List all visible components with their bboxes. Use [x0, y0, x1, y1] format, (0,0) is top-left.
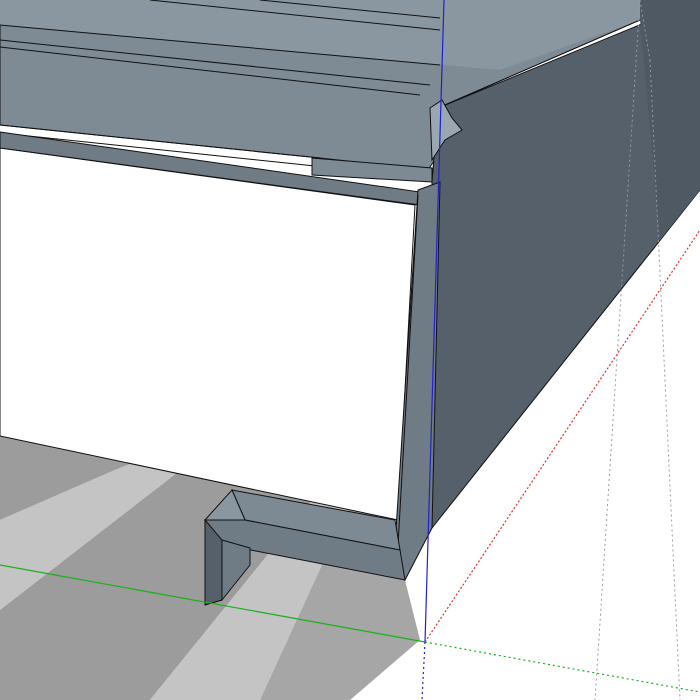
3d-viewport[interactable]	[0, 0, 700, 700]
scene-svg[interactable]	[0, 0, 700, 700]
green-axis-dotted	[424, 641, 700, 693]
blue-axis-dotted	[421, 641, 426, 700]
